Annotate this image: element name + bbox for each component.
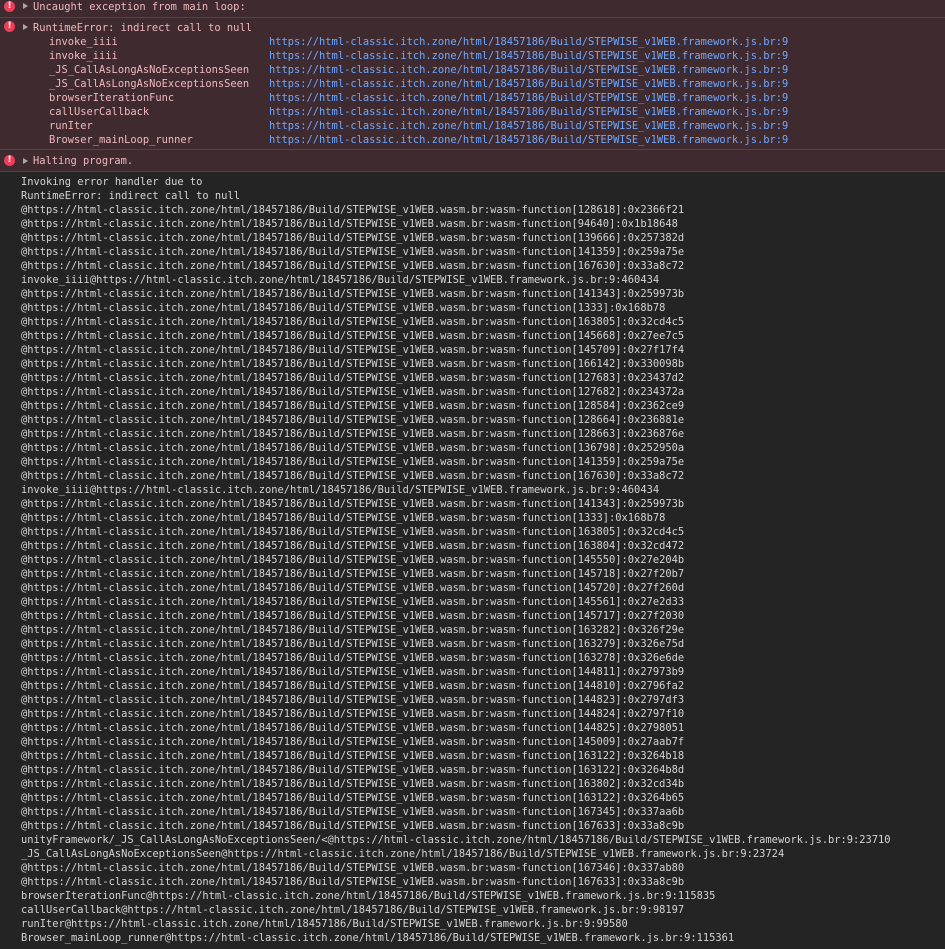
error-message-uncaught[interactable]: ! Uncaught exception from main loop: bbox=[0, 0, 945, 18]
log-line: @https://html-classic.itch.zone/html/184… bbox=[21, 708, 685, 720]
log-line: @https://html-classic.itch.zone/html/184… bbox=[21, 540, 685, 552]
log-line: @https://html-classic.itch.zone/html/184… bbox=[21, 722, 685, 734]
frame-function: invoke_iiii bbox=[49, 50, 118, 62]
log-line: callUserCallback@https://html-classic.it… bbox=[21, 904, 685, 916]
log-line: @https://html-classic.itch.zone/html/184… bbox=[21, 750, 685, 762]
log-line: @https://html-classic.itch.zone/html/184… bbox=[21, 414, 685, 426]
error-icon: ! bbox=[4, 155, 15, 166]
log-line: @https://html-classic.itch.zone/html/184… bbox=[21, 330, 685, 342]
log-line: @https://html-classic.itch.zone/html/184… bbox=[21, 582, 685, 594]
frame-source-link[interactable]: https://html-classic.itch.zone/html/1845… bbox=[269, 133, 788, 147]
log-line: @https://html-classic.itch.zone/html/184… bbox=[21, 428, 685, 440]
frame-function: runIter bbox=[49, 120, 93, 132]
log-line: @https://html-classic.itch.zone/html/184… bbox=[21, 554, 685, 566]
log-line: @https://html-classic.itch.zone/html/184… bbox=[21, 736, 685, 748]
log-line: @https://html-classic.itch.zone/html/184… bbox=[21, 624, 685, 636]
error-icon: ! bbox=[4, 1, 15, 12]
log-line: runIter@https://html-classic.itch.zone/h… bbox=[21, 918, 628, 930]
log-line: @https://html-classic.itch.zone/html/184… bbox=[21, 862, 685, 874]
log-line: @https://html-classic.itch.zone/html/184… bbox=[21, 512, 666, 524]
error-text: Halting program. bbox=[33, 155, 134, 167]
log-line: @https://html-classic.itch.zone/html/184… bbox=[21, 638, 685, 650]
log-line: @https://html-classic.itch.zone/html/184… bbox=[21, 526, 685, 538]
log-line: browserIterationFunc@https://html-classi… bbox=[21, 890, 716, 902]
frame-source-link[interactable]: https://html-classic.itch.zone/html/1845… bbox=[269, 105, 788, 119]
log-line: @https://html-classic.itch.zone/html/184… bbox=[21, 820, 685, 832]
log-line: @https://html-classic.itch.zone/html/184… bbox=[21, 260, 685, 272]
log-line: Browser_mainLoop_runner@https://html-cla… bbox=[21, 932, 735, 944]
log-line: @https://html-classic.itch.zone/html/184… bbox=[21, 232, 685, 244]
log-line: RuntimeError: indirect call to null bbox=[21, 190, 240, 202]
log-line: @https://html-classic.itch.zone/html/184… bbox=[21, 302, 666, 314]
frame-source-link[interactable]: https://html-classic.itch.zone/html/1845… bbox=[269, 91, 788, 105]
log-line: @https://html-classic.itch.zone/html/184… bbox=[21, 876, 685, 888]
log-line: @https://html-classic.itch.zone/html/184… bbox=[21, 792, 685, 804]
frame-source-link[interactable]: https://html-classic.itch.zone/html/1845… bbox=[269, 63, 788, 77]
log-line: @https://html-classic.itch.zone/html/184… bbox=[21, 456, 685, 468]
log-line: @https://html-classic.itch.zone/html/184… bbox=[21, 400, 685, 412]
stack-frame: _JS_CallAsLongAsNoExceptionsSeen https:/… bbox=[0, 63, 945, 77]
log-line: @https://html-classic.itch.zone/html/184… bbox=[21, 218, 678, 230]
expand-triangle-icon[interactable] bbox=[23, 24, 28, 30]
log-line: @https://html-classic.itch.zone/html/184… bbox=[21, 372, 685, 384]
frame-function: _JS_CallAsLongAsNoExceptionsSeen bbox=[49, 78, 250, 90]
log-line: unityFramework/_JS_CallAsLongAsNoExcepti… bbox=[21, 834, 891, 846]
console-log-output: Invoking error handler due to RuntimeErro… bbox=[21, 175, 945, 945]
log-line: @https://html-classic.itch.zone/html/184… bbox=[21, 764, 685, 776]
error-message-halting[interactable]: ! Halting program. bbox=[0, 150, 945, 172]
stack-frame: Browser_mainLoop_runner https://html-cla… bbox=[0, 133, 945, 147]
error-message-runtime[interactable]: ! RuntimeError: indirect call to null in… bbox=[0, 18, 945, 150]
log-line: @https://html-classic.itch.zone/html/184… bbox=[21, 806, 685, 818]
log-line: @https://html-classic.itch.zone/html/184… bbox=[21, 386, 685, 398]
stack-frame: invoke_iiii https://html-classic.itch.zo… bbox=[0, 35, 945, 49]
frame-function: _JS_CallAsLongAsNoExceptionsSeen bbox=[49, 64, 250, 76]
log-line: @https://html-classic.itch.zone/html/184… bbox=[21, 498, 685, 510]
log-line: @https://html-classic.itch.zone/html/184… bbox=[21, 246, 685, 258]
stack-frame: callUserCallback https://html-classic.it… bbox=[0, 105, 945, 119]
log-line: @https://html-classic.itch.zone/html/184… bbox=[21, 652, 685, 664]
log-line: @https://html-classic.itch.zone/html/184… bbox=[21, 358, 685, 370]
error-icon: ! bbox=[4, 21, 15, 32]
log-line: @https://html-classic.itch.zone/html/184… bbox=[21, 568, 685, 580]
frame-function: browserIterationFunc bbox=[49, 92, 175, 104]
log-line: @https://html-classic.itch.zone/html/184… bbox=[21, 680, 685, 692]
log-line: @https://html-classic.itch.zone/html/184… bbox=[21, 666, 685, 678]
log-line: @https://html-classic.itch.zone/html/184… bbox=[21, 470, 685, 482]
log-line: @https://html-classic.itch.zone/html/184… bbox=[21, 344, 685, 356]
frame-source-link[interactable]: https://html-classic.itch.zone/html/1845… bbox=[269, 77, 788, 91]
log-line: @https://html-classic.itch.zone/html/184… bbox=[21, 778, 685, 790]
log-line: @https://html-classic.itch.zone/html/184… bbox=[21, 316, 685, 328]
frame-function: callUserCallback bbox=[49, 106, 150, 118]
frame-source-link[interactable]: https://html-classic.itch.zone/html/1845… bbox=[269, 49, 788, 63]
error-text: RuntimeError: indirect call to null bbox=[33, 22, 252, 34]
stack-frame: invoke_iiii https://html-classic.itch.zo… bbox=[0, 49, 945, 63]
log-line: @https://html-classic.itch.zone/html/184… bbox=[21, 694, 685, 706]
frame-source-link[interactable]: https://html-classic.itch.zone/html/1845… bbox=[269, 119, 788, 133]
expand-triangle-icon[interactable] bbox=[23, 3, 28, 9]
frame-source-link[interactable]: https://html-classic.itch.zone/html/1845… bbox=[269, 35, 788, 49]
log-line: @https://html-classic.itch.zone/html/184… bbox=[21, 442, 685, 454]
log-line: @https://html-classic.itch.zone/html/184… bbox=[21, 204, 685, 216]
log-line: invoke_iiii@https://html-classic.itch.zo… bbox=[21, 484, 660, 496]
log-line: @https://html-classic.itch.zone/html/184… bbox=[21, 596, 685, 608]
log-line: @https://html-classic.itch.zone/html/184… bbox=[21, 288, 685, 300]
expand-triangle-icon[interactable] bbox=[23, 158, 28, 164]
stack-frame: runIter https://html-classic.itch.zone/h… bbox=[0, 119, 945, 133]
log-line: invoke_iiii@https://html-classic.itch.zo… bbox=[21, 274, 660, 286]
frame-function: invoke_iiii bbox=[49, 36, 118, 48]
frame-function: Browser_mainLoop_runner bbox=[49, 134, 193, 146]
error-text: Uncaught exception from main loop: bbox=[33, 1, 246, 13]
stack-frame: _JS_CallAsLongAsNoExceptionsSeen https:/… bbox=[0, 77, 945, 91]
log-line: _JS_CallAsLongAsNoExceptionsSeen@https:/… bbox=[21, 848, 785, 860]
log-line: Invoking error handler due to bbox=[21, 176, 203, 188]
log-line: @https://html-classic.itch.zone/html/184… bbox=[21, 610, 685, 622]
stack-frame: browserIterationFunc https://html-classi… bbox=[0, 91, 945, 105]
